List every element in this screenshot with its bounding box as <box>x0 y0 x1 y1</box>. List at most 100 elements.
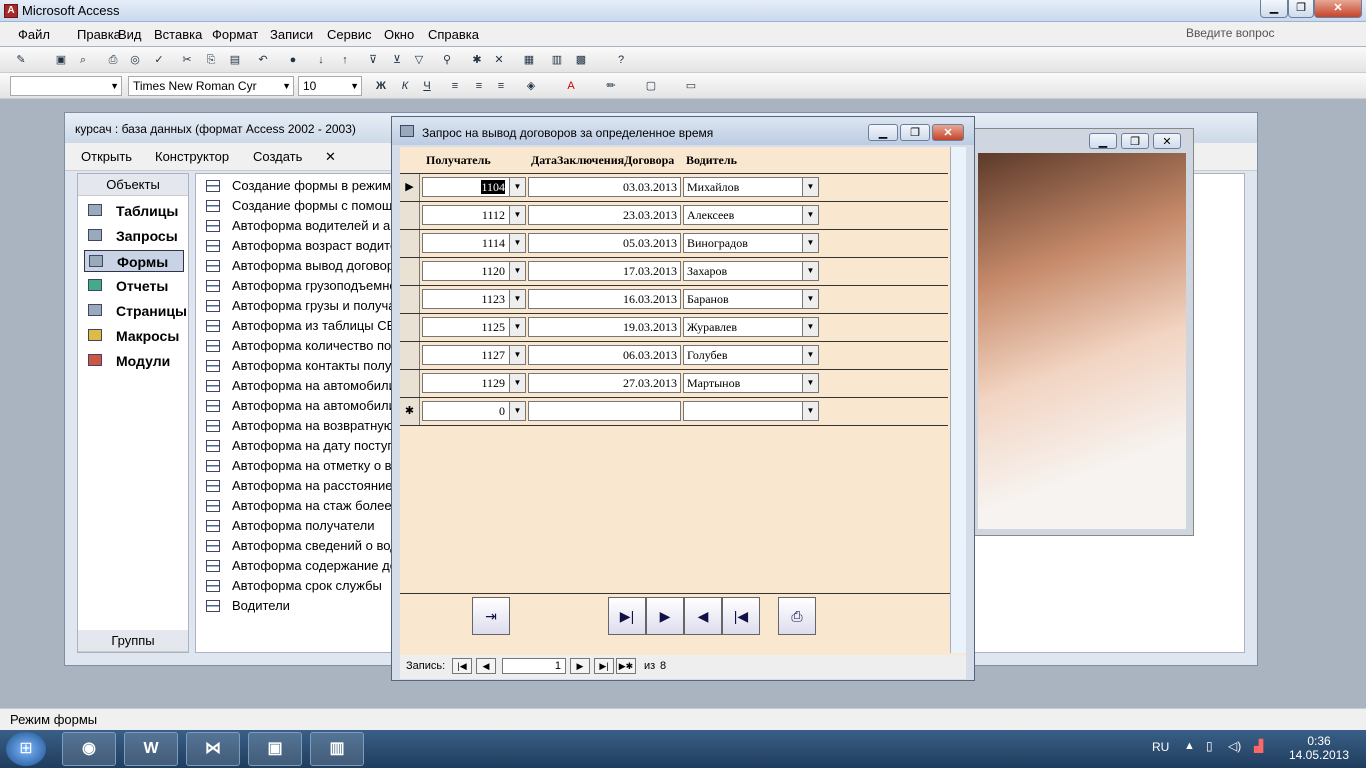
clock[interactable]: 0:36 14.05.2013 <box>1286 734 1352 762</box>
chevron-down-icon[interactable]: ▼ <box>802 346 818 364</box>
picture-maximize-button[interactable]: ❐ <box>1121 133 1149 149</box>
database-window-icon[interactable]: ▥ <box>548 51 566 69</box>
apply-filter-icon[interactable]: ▽ <box>410 51 428 69</box>
contract-date-field[interactable]: 27.03.2013 <box>528 373 681 393</box>
form-list-item[interactable]: Автоформа вывод договоров <box>202 256 408 276</box>
query-close-button[interactable]: ✕ <box>932 124 964 141</box>
properties-icon[interactable]: ▦ <box>520 51 538 69</box>
search-file-icon[interactable]: ⌕ <box>74 51 92 69</box>
tray-arrow-icon[interactable]: ▲ <box>1184 740 1195 752</box>
cut-icon[interactable]: ✂ <box>178 51 196 69</box>
fill-color-icon[interactable]: ◈ <box>522 77 540 95</box>
access-taskbar-icon[interactable]: ▣ <box>248 732 302 766</box>
form-list-item[interactable]: Автоформа водителей и авто <box>202 216 410 236</box>
open-button[interactable]: Открыть <box>81 149 132 164</box>
chevron-down-icon[interactable]: ▼ <box>802 402 818 420</box>
undo-icon[interactable]: ↶ <box>254 51 272 69</box>
sort-asc-icon[interactable]: ↓ <box>312 51 330 69</box>
recipient-combo[interactable]: 1120 ▼ <box>422 261 526 281</box>
record-selector[interactable] <box>400 314 420 342</box>
font-color-icon[interactable]: A <box>562 77 580 95</box>
word-taskbar-icon[interactable]: W <box>124 732 178 766</box>
spelling-icon[interactable]: ✓ <box>150 51 168 69</box>
form-list-item[interactable]: Автоформа получатели <box>202 516 375 536</box>
visualstudio-taskbar-icon[interactable]: ⋈ <box>186 732 240 766</box>
delete-record-icon[interactable]: ✕ <box>490 51 508 69</box>
objects-queries[interactable]: Запросы <box>84 225 184 247</box>
menu-tools[interactable]: Сервис <box>327 27 372 42</box>
vertical-scrollbar[interactable] <box>950 147 966 653</box>
chevron-down-icon[interactable]: ▼ <box>802 234 818 252</box>
record-selector[interactable]: ▶ <box>400 174 420 202</box>
find-icon[interactable]: ⚲ <box>438 51 456 69</box>
form-list-item[interactable]: Автоформа на возвратную та <box>202 416 410 436</box>
form-list-item[interactable]: Автоформа на автомобили и <box>202 376 407 396</box>
driver-combo[interactable]: Мартынов ▼ <box>683 373 819 393</box>
menu-window[interactable]: Окно <box>384 27 414 42</box>
delete-icon[interactable]: ✕ <box>325 149 336 165</box>
chevron-down-icon[interactable]: ▼ <box>509 290 525 308</box>
record-selector[interactable] <box>400 258 420 286</box>
line-color-icon[interactable]: ✏ <box>602 77 620 95</box>
form-list-item[interactable]: Автоформа содержание дого <box>202 556 409 576</box>
form-list-item[interactable]: Автоформа грузы и получате <box>202 296 408 316</box>
driver-combo[interactable]: Захаров ▼ <box>683 261 819 281</box>
record-selector[interactable] <box>400 202 420 230</box>
create-button[interactable]: Создать <box>253 149 302 164</box>
contract-date-field[interactable] <box>528 401 681 421</box>
contract-date-field[interactable]: 17.03.2013 <box>528 261 681 281</box>
form-list-item[interactable]: Автоформа количество поезд <box>202 336 411 356</box>
contract-date-field[interactable]: 06.03.2013 <box>528 345 681 365</box>
save-icon[interactable]: ▣ <box>52 51 70 69</box>
driver-combo[interactable]: Журавлев ▼ <box>683 317 819 337</box>
chevron-down-icon[interactable]: ▼ <box>802 262 818 280</box>
recipient-combo[interactable]: 1123 ▼ <box>422 289 526 309</box>
chevron-down-icon[interactable]: ▼ <box>802 178 818 196</box>
hyperlink-icon[interactable]: ● <box>284 51 302 69</box>
form-list-item[interactable]: Автоформа из таблицы СВХ <box>202 316 403 336</box>
menu-file[interactable]: Файл <box>18 27 50 42</box>
contract-date-field[interactable]: 03.03.2013 <box>528 177 681 197</box>
help-search-input[interactable]: Введите вопрос <box>1186 26 1275 40</box>
next-record-button[interactable]: ▶ <box>646 597 684 635</box>
new-object-icon[interactable]: ▩ <box>572 51 590 69</box>
recipient-combo[interactable]: 1129 ▼ <box>422 373 526 393</box>
form-list-item[interactable]: Создание формы в режиме к <box>202 176 408 196</box>
nav-last-button[interactable]: ▶| <box>594 658 614 674</box>
first-record-button[interactable]: |◀ <box>722 597 760 635</box>
picture-minimize-button[interactable]: ▁ <box>1089 133 1117 149</box>
objects-forms[interactable]: Формы <box>84 250 184 272</box>
menu-records[interactable]: Записи <box>270 27 313 42</box>
font-size-combo[interactable]: 10 ▼ <box>298 76 362 96</box>
nav-prev-button[interactable]: ◀ <box>476 658 496 674</box>
record-selector[interactable] <box>400 230 420 258</box>
previous-record-button[interactable]: ◀ <box>684 597 722 635</box>
underline-icon[interactable]: Ч <box>418 77 436 95</box>
contract-date-field[interactable]: 23.03.2013 <box>528 205 681 225</box>
volume-icon[interactable]: ◁) <box>1228 739 1241 753</box>
objects-pages[interactable]: Страницы <box>84 300 187 322</box>
border-width-icon[interactable]: ▢ <box>642 77 660 95</box>
align-right-icon[interactable]: ≡ <box>492 77 510 95</box>
bold-icon[interactable]: Ж <box>372 77 390 95</box>
maximize-button[interactable]: ❐ <box>1288 0 1314 18</box>
copy-icon[interactable]: ⎘ <box>202 51 220 69</box>
recipient-combo[interactable]: 1104 ▼ <box>422 177 526 197</box>
filter-selection-icon[interactable]: ⊽ <box>364 51 382 69</box>
menu-edit[interactable]: Правка <box>77 27 121 42</box>
last-record-button[interactable]: ▶| <box>608 597 646 635</box>
menu-format[interactable]: Формат <box>212 27 258 42</box>
groups-header[interactable]: Группы <box>78 630 188 652</box>
help-icon[interactable]: ? <box>612 51 630 69</box>
form-list-item[interactable]: Автоформа на отметку о вы <box>202 456 401 476</box>
print-icon[interactable]: ⎙ <box>104 51 122 69</box>
view-icon[interactable]: ✎ <box>12 51 30 69</box>
print-record-button[interactable]: ⎙ <box>778 597 816 635</box>
filter-form-icon[interactable]: ⊻ <box>388 51 406 69</box>
form-list-item[interactable]: Автоформа возраст водителе <box>202 236 412 256</box>
network-icon[interactable]: ▟ <box>1254 739 1263 753</box>
nav-new-button[interactable]: ▶✱ <box>616 658 636 674</box>
objects-reports[interactable]: Отчеты <box>84 275 184 297</box>
start-button[interactable]: ⊞ <box>6 732 46 766</box>
driver-combo[interactable]: Михайлов ▼ <box>683 177 819 197</box>
